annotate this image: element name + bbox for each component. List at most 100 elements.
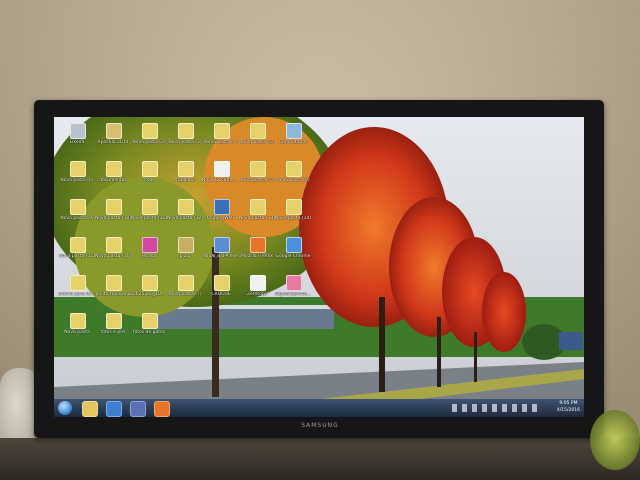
desktop-icon-image bbox=[106, 275, 122, 291]
desktop-icon-image bbox=[70, 275, 86, 291]
desktop-icon[interactable]: Nova pasta (2) bbox=[132, 121, 166, 155]
desktop-icon-image bbox=[214, 161, 230, 177]
plant-object bbox=[590, 410, 640, 470]
desktop-icon-image bbox=[286, 161, 302, 177]
desktop-icon[interactable]: p.zip bbox=[168, 235, 202, 269]
desktop-icon[interactable]: Google Chrome bbox=[276, 235, 310, 269]
desktop-icon-image bbox=[178, 199, 194, 215]
desktop-icon-label: Nova pasta (14) bbox=[274, 216, 312, 221]
desktop-icon[interactable]: Nova pasta (4) bbox=[204, 121, 238, 155]
desktop-icon-label: p.zip bbox=[179, 254, 191, 259]
tray-icons[interactable] bbox=[452, 404, 542, 412]
desktop-icon-image bbox=[142, 199, 158, 215]
desktop-icon[interactable]: bigstockphoto... bbox=[275, 273, 311, 307]
desktop-icon[interactable]: Nova pasta (5) bbox=[240, 121, 274, 155]
desktop-icon[interactable]: 22625385_1084... bbox=[130, 273, 168, 307]
desktop-icon[interactable]: Nova pasta (14) bbox=[274, 197, 312, 231]
desktop-icon-label: Nova pasta (15) bbox=[58, 254, 96, 259]
desktop-icon-label: Nova pasta (4) bbox=[204, 140, 238, 145]
desktop-icon-label: Chipps_WMF bbox=[206, 216, 236, 221]
desktop-icon-image bbox=[250, 161, 266, 177]
desktop-icon-image bbox=[286, 237, 302, 253]
desktop-icon[interactable]: fotos de gatos bbox=[132, 311, 166, 345]
desktop-icon[interactable]: WBN_84PA.exe bbox=[204, 235, 238, 269]
desktop-icon-image bbox=[250, 199, 266, 215]
desktop-icon-image bbox=[214, 275, 230, 291]
desktop-icon[interactable]: trabalhos bbox=[168, 159, 202, 193]
desktop-icon[interactable]: Computador bbox=[276, 121, 310, 155]
desktop-icon-image bbox=[142, 237, 158, 253]
desktop-icon[interactable]: Nova pasta (8) bbox=[276, 159, 310, 193]
desktop-icon-label: crochê para fazer bbox=[58, 292, 96, 297]
desktop-icon-label: ponto tunisiano bbox=[95, 292, 131, 297]
desktop-icon[interactable]: Lixeira bbox=[60, 121, 94, 155]
desktop-icon[interactable]: ponto tunisiano bbox=[95, 273, 131, 307]
desktop-icon-image bbox=[250, 275, 266, 291]
desktop-icon-image bbox=[142, 313, 158, 329]
desktop-icon[interactable]: Nova pasta (6) bbox=[60, 159, 94, 193]
taskbar: 9:05 PM 4/15/2016 bbox=[54, 399, 584, 417]
desktop-icon-image bbox=[142, 123, 158, 139]
desktop-icon[interactable]: Nova pasta (16) bbox=[95, 235, 131, 269]
desktop-icon-image bbox=[70, 199, 86, 215]
desktop-icon[interactable]: fotos e pns bbox=[96, 311, 130, 345]
desktop-icon-image bbox=[178, 237, 194, 253]
desktop-icon-label: Novo Documento bbox=[202, 178, 240, 183]
screen: Lixeira Apostila 2014 Nova pasta (2) Nova p… bbox=[54, 117, 584, 417]
desktop-icon[interactable]: Apostila 2014 bbox=[96, 121, 130, 155]
desktop-icon-label: documentos bbox=[99, 178, 127, 183]
taskbar-media-icon[interactable] bbox=[106, 401, 122, 417]
desktop-icon[interactable]: Nova pasta bbox=[60, 311, 94, 345]
desktop-icon-image bbox=[214, 199, 230, 215]
desktop-icon-label: fotos de gatos bbox=[132, 330, 166, 335]
desktop-icon[interactable]: Novo Documento bbox=[202, 159, 240, 193]
taskbar-clock[interactable]: 9:05 PM 4/15/2016 bbox=[557, 400, 580, 414]
desktop-icon-image bbox=[142, 275, 158, 291]
desktop-icon[interactable]: Nova pasta (13) bbox=[239, 197, 275, 231]
clock-date: 4/15/2016 bbox=[556, 408, 580, 413]
desktop-icon[interactable]: Nova pasta (9) bbox=[60, 197, 94, 231]
desktop-icon-image bbox=[106, 313, 122, 329]
desktop-icon[interactable]: fotos bbox=[132, 159, 166, 193]
desktop-icon[interactable]: crochê para fazer bbox=[58, 273, 96, 307]
desktop-icon[interactable]: CROCHE bbox=[204, 273, 238, 307]
taskbar-firefox-icon[interactable] bbox=[154, 401, 170, 417]
desktop-icon[interactable]: Chipps_WMF bbox=[204, 197, 238, 231]
desktop-icon-label: CROCHE bbox=[211, 292, 231, 297]
desktop-icon-label: Nova pasta (6) bbox=[60, 178, 94, 183]
taskbar-program-icon[interactable] bbox=[130, 401, 146, 417]
desktop-icon[interactable]: Nova pasta (7) bbox=[168, 273, 202, 307]
desktop-icon-image bbox=[70, 313, 86, 329]
desktop-icon[interactable]: Nova pasta (3) bbox=[168, 121, 202, 155]
desktop-icon[interactable]: Nova pasta (10) bbox=[95, 197, 131, 231]
desktop-icon-image bbox=[106, 199, 122, 215]
desktop-icon[interactable]: Nova pasta (11) bbox=[131, 197, 167, 231]
desktop-icon-image bbox=[70, 123, 86, 139]
desktop-icon[interactable]: Nova pasta (12) bbox=[166, 197, 204, 231]
desktop-icon-image bbox=[106, 161, 122, 177]
desktop-icon-image bbox=[106, 237, 122, 253]
desktop-icon-label: Mozilla Firefox bbox=[241, 254, 273, 259]
start-button[interactable] bbox=[58, 401, 72, 415]
desktop-icon[interactable]: documentos bbox=[96, 159, 130, 193]
desktop-icon[interactable]: Picasa bbox=[132, 235, 166, 269]
desktop-icon[interactable]: Nova pasta (7) bbox=[240, 159, 274, 193]
desktop-icon-label: Nova pasta (8) bbox=[276, 178, 310, 183]
desktop-icon[interactable]: Nova pasta (15) bbox=[58, 235, 96, 269]
desktop-icon-label: Nova pasta (2) bbox=[132, 140, 166, 145]
desktop-icon-image bbox=[70, 161, 86, 177]
desktop-icon[interactable]: Zerotops bbox=[240, 273, 274, 307]
desktop-icon-label: fotos e pns bbox=[100, 330, 126, 335]
taskbar-explorer-icon[interactable] bbox=[82, 401, 98, 417]
desktop-icon-image bbox=[178, 161, 194, 177]
desktop-icon-label: Nova pasta (12) bbox=[166, 216, 204, 221]
desktop-icon-label: Google Chrome bbox=[275, 254, 311, 259]
desk-surface bbox=[0, 438, 640, 480]
desktop-icon-label: Nova pasta (5) bbox=[240, 140, 274, 145]
desktop-icon-image bbox=[250, 123, 266, 139]
desktop-icon-label: Nova pasta (9) bbox=[60, 216, 94, 221]
desktop-icon[interactable]: Mozilla Firefox bbox=[240, 235, 274, 269]
desktop-icon-label: WBN_84PA.exe bbox=[204, 254, 238, 259]
desktop-icon-label: fotos bbox=[143, 178, 155, 183]
system-tray bbox=[452, 404, 542, 412]
